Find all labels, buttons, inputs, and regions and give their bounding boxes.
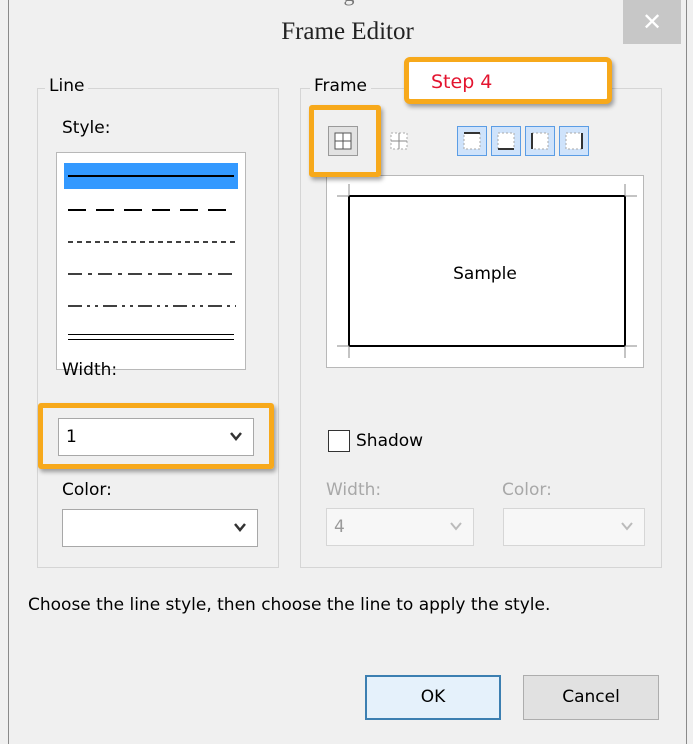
frame-bottom-border-icon bbox=[497, 132, 515, 150]
frame-left-border-icon bbox=[531, 132, 549, 150]
frame-right-border-button[interactable] bbox=[559, 126, 589, 156]
dialog-title: Frame Editor bbox=[281, 18, 414, 45]
sample-text: Sample bbox=[453, 264, 517, 284]
frame-left-border-button[interactable] bbox=[525, 126, 555, 156]
frame-top-border-button[interactable] bbox=[457, 126, 487, 156]
close-icon: ✕ bbox=[641, 8, 663, 36]
frame-bottom-border-button[interactable] bbox=[491, 126, 521, 156]
frame-sample-preview[interactable]: Sample bbox=[326, 175, 644, 368]
ok-button[interactable]: OK bbox=[365, 675, 501, 720]
style-option-dash-dot-dot[interactable] bbox=[64, 293, 238, 319]
shadow-checkbox[interactable] bbox=[328, 430, 350, 452]
style-option-solid[interactable] bbox=[64, 163, 238, 189]
instruction-text: Choose the line style, then choose the l… bbox=[28, 595, 551, 615]
title-bar: g Frame Editor bbox=[9, 0, 686, 60]
highlight-width-select bbox=[38, 403, 274, 469]
style-option-double[interactable] bbox=[64, 325, 238, 351]
shadow-label: Shadow bbox=[356, 431, 424, 451]
cancel-button[interactable]: Cancel bbox=[523, 675, 659, 720]
double-line bbox=[68, 334, 234, 335]
shadow-width-value: 4 bbox=[334, 517, 345, 537]
shadow-width-label: Width: bbox=[326, 480, 382, 500]
line-group-label: Line bbox=[45, 76, 89, 96]
frame-top-border-icon bbox=[463, 132, 481, 150]
line-width-label: Width: bbox=[62, 360, 118, 380]
short-dash-line bbox=[68, 241, 236, 243]
close-button[interactable]: ✕ bbox=[623, 0, 681, 44]
double-line-lower bbox=[68, 339, 234, 340]
style-option-short-dash[interactable] bbox=[64, 229, 238, 255]
frame-inner-borders-button[interactable] bbox=[384, 126, 414, 156]
chevron-down-icon bbox=[450, 522, 462, 531]
shadow-width-select[interactable]: 4 bbox=[326, 508, 474, 546]
step-callout-text: Step 4 bbox=[431, 71, 493, 93]
frame-inner-borders-icon bbox=[390, 132, 408, 150]
shadow-color-label: Color: bbox=[502, 480, 552, 500]
style-option-dash-dot[interactable] bbox=[64, 261, 238, 287]
style-label: Style: bbox=[62, 118, 111, 138]
highlight-frame-button bbox=[309, 105, 381, 177]
frame-right-border-icon bbox=[565, 132, 583, 150]
solid-line bbox=[68, 175, 234, 177]
frame-group-label: Frame bbox=[310, 76, 371, 96]
style-option-long-dash[interactable] bbox=[64, 197, 238, 223]
line-color-label: Color: bbox=[62, 480, 112, 500]
step-callout: Step 4 bbox=[404, 57, 612, 104]
line-style-list[interactable] bbox=[56, 152, 246, 370]
dash-dot-dot-line bbox=[68, 305, 236, 307]
line-color-select[interactable] bbox=[62, 509, 258, 547]
long-dash-line bbox=[68, 209, 236, 211]
title-top-fragment: g bbox=[309, 0, 389, 6]
dash-dot-line bbox=[68, 273, 236, 275]
shadow-color-select[interactable] bbox=[503, 508, 645, 546]
chevron-down-icon bbox=[621, 522, 633, 531]
chevron-down-icon bbox=[234, 523, 246, 532]
